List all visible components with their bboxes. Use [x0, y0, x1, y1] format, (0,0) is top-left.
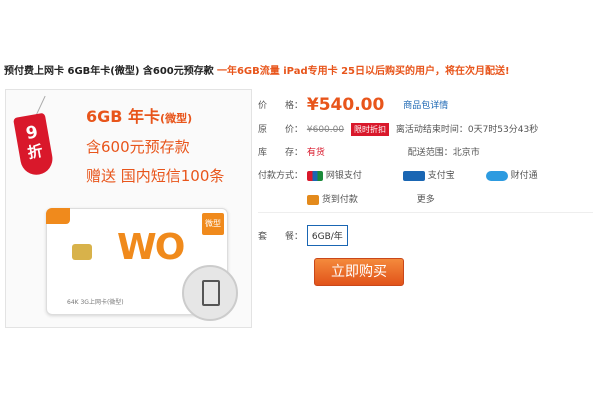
- payment-row-2: 货到付款 更多: [258, 192, 435, 205]
- original-price-row: 原 价： ¥600.00 限时折扣 离活动结束时间：0天7时53分43秒: [258, 122, 538, 136]
- price-row: 价 格： ¥540.00 商品包详情: [258, 95, 448, 115]
- payment-label: 付款方式：: [258, 171, 304, 181]
- wo-logo: WO: [117, 227, 185, 268]
- payment-unionpay: 网银支付: [306, 170, 362, 181]
- sim-card-text: 64K 3G上网卡(微型): [67, 299, 124, 306]
- package-option-6gb[interactable]: 6GB/年: [306, 225, 348, 246]
- original-price-label: 原 价：: [258, 125, 304, 135]
- sim-micro-badge: 微型: [202, 213, 224, 235]
- image-deposit-text: 含600元预存款: [86, 138, 190, 156]
- countdown-text: 离活动结束时间：0天7时53分43秒: [395, 125, 539, 135]
- payment-tenpay: 财付通: [485, 170, 538, 181]
- more-payments-link[interactable]: 更多: [417, 195, 435, 205]
- price-label: 价 格：: [258, 100, 304, 111]
- product-image: 9 折 6GB 年卡(微型) 含600元预存款 赠送 国内短信100条 WO 微…: [5, 89, 252, 328]
- sim-chip-icon: [72, 244, 92, 260]
- payment-tenpay-label: 财付通: [510, 171, 538, 181]
- payment-alipay: 支付宝: [402, 170, 455, 181]
- payment-unionpay-label: 网银支付: [325, 171, 362, 181]
- payment-alipay-label: 支付宝: [427, 171, 455, 181]
- product-title-bar: 预付费上网卡 6GB年卡(微型) 含600元预存款 一年6GB流量 iPad专用…: [4, 62, 596, 80]
- product-details-link[interactable]: 商品包详情: [403, 101, 448, 111]
- discount-tag: 9 折: [13, 112, 55, 178]
- payment-row: 付款方式： 网银支付 支付宝 财付通: [258, 168, 538, 181]
- discount-text: 折: [26, 141, 45, 163]
- alipay-icon: [402, 170, 425, 181]
- flash-sale-badge: 限时折扣: [350, 123, 389, 136]
- product-title: 预付费上网卡 6GB年卡(微型) 含600元预存款: [4, 66, 214, 77]
- image-headline-text: 6GB 年卡: [86, 107, 161, 126]
- stock-row: 库 存： 有货 配送范围：北京市: [258, 145, 480, 158]
- image-sms-text: 赠送 国内短信100条: [86, 167, 225, 185]
- stock-label: 库 存：: [258, 148, 304, 158]
- package-row: 套 餐： 6GB/年: [258, 225, 348, 246]
- product-promo-text: 一年6GB流量 iPad专用卡 25日以后购买的用户，将在次月配送!: [216, 66, 510, 77]
- buy-now-button[interactable]: 立即购买: [314, 258, 404, 286]
- original-price-value: ¥600.00: [306, 125, 345, 135]
- price-value: ¥540.00: [306, 95, 385, 115]
- image-headline-suffix: (微型): [160, 112, 193, 125]
- image-headline: 6GB 年卡(微型): [86, 103, 192, 127]
- package-label: 套 餐：: [258, 232, 304, 242]
- divider: [258, 212, 593, 213]
- tenpay-icon: [485, 170, 508, 181]
- delivery-range: 配送范围：北京市: [407, 148, 480, 158]
- stock-value: 有货: [306, 148, 325, 158]
- ipad-icon: [202, 280, 220, 306]
- payment-cod: 货到付款: [306, 194, 358, 205]
- ipad-badge: [182, 265, 238, 321]
- cod-icon: [306, 194, 319, 205]
- payment-cod-label: 货到付款: [321, 195, 358, 205]
- sim-corner: [46, 208, 70, 224]
- unionpay-icon: [306, 170, 323, 181]
